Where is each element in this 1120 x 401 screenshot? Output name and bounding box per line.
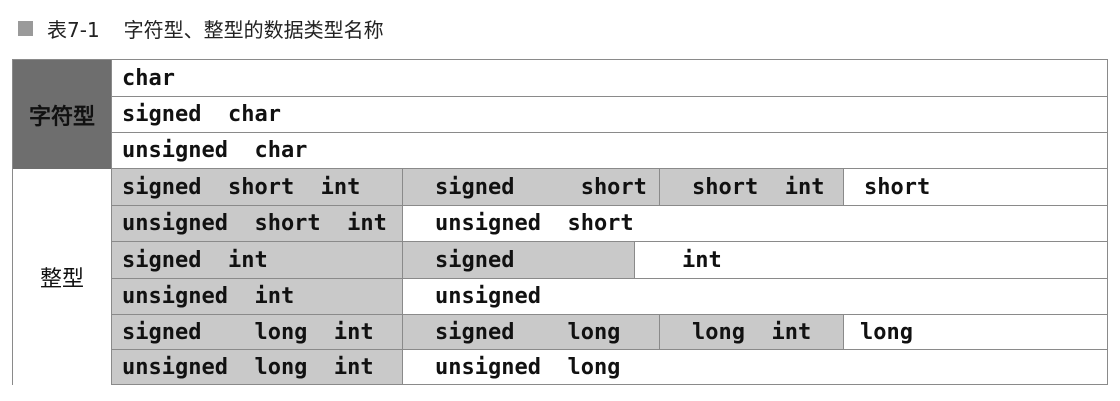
category-int-label: 整型 <box>13 169 111 385</box>
caption-number: 表7-1 <box>47 17 100 42</box>
int-type-cell: short int <box>659 169 843 206</box>
int-type-cell: unsigned long int <box>111 350 402 384</box>
int-type-cell: int <box>634 242 1107 279</box>
int-type-cell: signed short int <box>111 169 402 206</box>
int-type-cell: signed long <box>402 315 659 350</box>
int-type-cell: unsigned short int <box>111 206 402 242</box>
category-char-label: 字符型 <box>13 60 111 169</box>
int-type-cell: short <box>843 169 1107 206</box>
int-type-cell: signed short <box>402 169 659 206</box>
char-type-cell: unsigned char <box>111 133 1107 169</box>
caption-marker-icon <box>18 20 33 36</box>
int-type-cell: unsigned int <box>111 279 402 315</box>
char-type-cell: char <box>111 60 1107 97</box>
int-type-cell: signed <box>402 242 634 279</box>
int-type-cell: unsigned short <box>402 206 1107 242</box>
int-type-cell: long <box>843 315 1107 350</box>
char-type-cell: signed char <box>111 97 1107 133</box>
int-type-cell: unsigned long <box>402 350 1107 384</box>
int-type-cell: signed long int <box>111 315 402 350</box>
int-type-cell: long int <box>659 315 843 350</box>
table-caption: 表7-1 字符型、整型的数据类型名称 <box>18 13 384 43</box>
int-type-cell: unsigned <box>402 279 1107 315</box>
caption-title: 字符型、整型的数据类型名称 <box>123 17 384 42</box>
type-names-table: 字符型 整型 char signed char unsigned char si… <box>12 59 1108 385</box>
int-type-cell: signed int <box>111 242 402 279</box>
